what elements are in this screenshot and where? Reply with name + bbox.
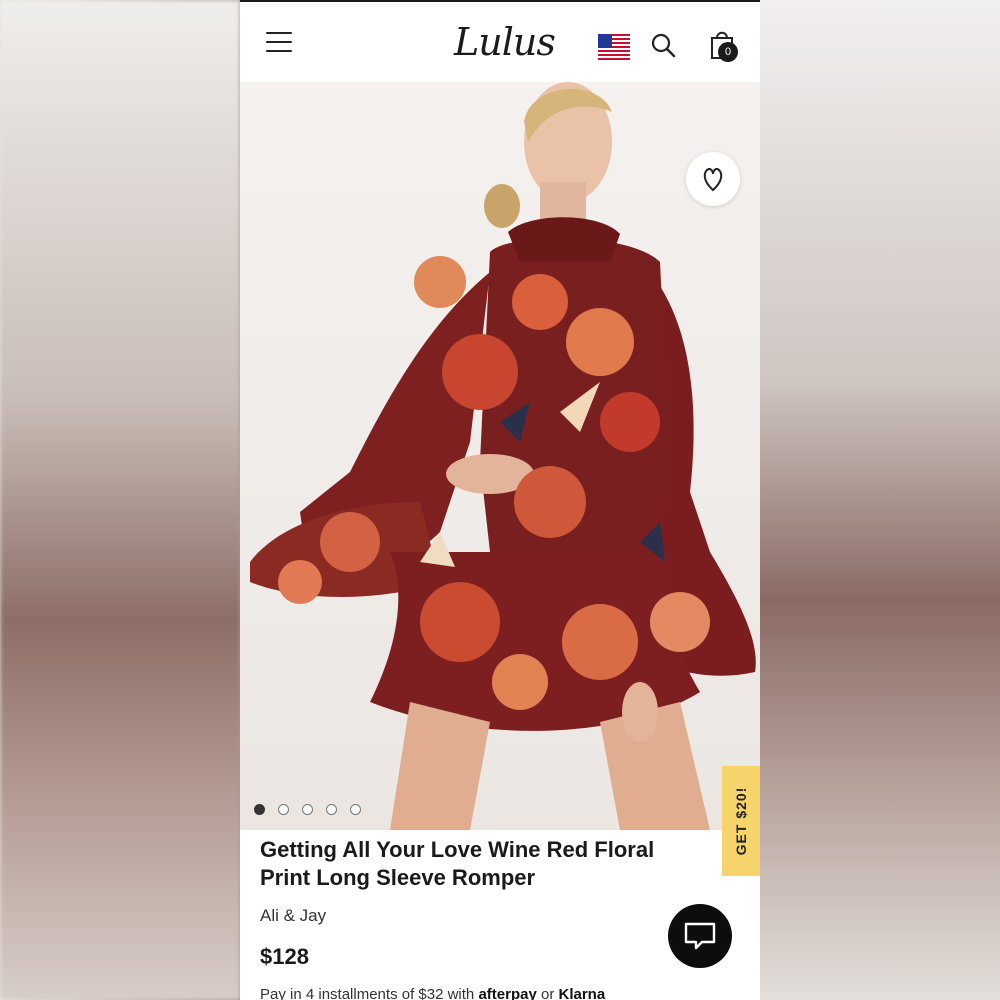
- carousel-dot-1[interactable]: [254, 804, 265, 815]
- afterpay-logo[interactable]: afterpay: [478, 986, 536, 1000]
- carousel-dot-2[interactable]: [278, 804, 289, 815]
- chat-bubble-icon: [684, 922, 716, 950]
- background-blur-left: [0, 0, 240, 1000]
- installments-text: Pay in 4 installments of $32 with afterp…: [260, 986, 605, 1000]
- search-icon[interactable]: [650, 32, 676, 58]
- hamburger-menu-icon[interactable]: [266, 32, 292, 54]
- us-flag-icon[interactable]: [598, 34, 630, 60]
- logo[interactable]: Lulus: [448, 16, 556, 68]
- heart-icon: [703, 167, 723, 192]
- product-image[interactable]: [240, 82, 760, 830]
- klarna-logo[interactable]: Klarna: [559, 986, 606, 1000]
- carousel-dot-5[interactable]: [350, 804, 361, 815]
- logo-text: Lulus: [454, 20, 556, 64]
- installments-or: or: [540, 986, 555, 1000]
- chat-button[interactable]: [668, 904, 732, 968]
- cart-count-badge: 0: [718, 42, 738, 62]
- carousel-dot-4[interactable]: [326, 804, 337, 815]
- model-photo: [250, 82, 756, 830]
- mobile-screen: Lulus 0 GET $20! Getting All Your Love W…: [240, 0, 760, 1000]
- background-blur-right: [760, 0, 1000, 1000]
- product-title: Getting All Your Love Wine Red Floral Pr…: [260, 837, 655, 890]
- top-nav-bar: Lulus 0: [240, 0, 760, 84]
- product-price: $128: [260, 944, 309, 969]
- wishlist-heart-button[interactable]: [686, 152, 740, 206]
- installments-prefix: Pay in 4 installments of $32 with: [260, 986, 475, 1000]
- carousel-dot-3[interactable]: [302, 804, 313, 815]
